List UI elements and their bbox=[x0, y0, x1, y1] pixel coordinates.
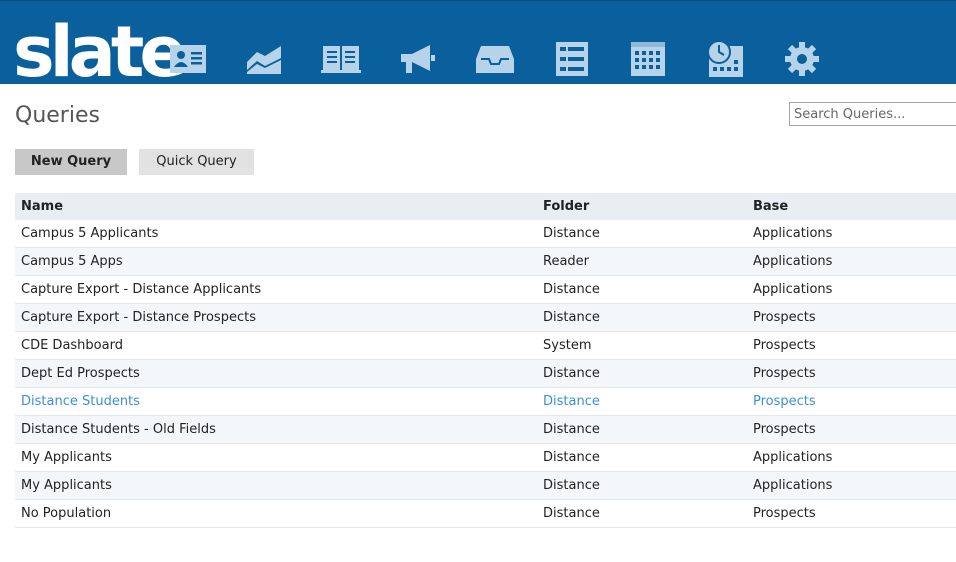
query-name: Distance Students - Old Fields bbox=[15, 415, 537, 444]
column-header-name[interactable]: Name bbox=[15, 193, 537, 220]
new-query-button[interactable]: New Query bbox=[15, 149, 127, 175]
query-folder: Distance bbox=[537, 443, 747, 472]
page-title: Queries bbox=[15, 103, 100, 128]
query-base: Applications bbox=[747, 247, 956, 276]
query-name: Campus 5 Applicants bbox=[15, 220, 537, 248]
query-folder: Distance bbox=[537, 220, 747, 248]
query-base: Prospects bbox=[747, 331, 956, 360]
query-base: Applications bbox=[747, 275, 956, 304]
calendar-icon[interactable] bbox=[628, 39, 668, 79]
table-header-row: Name Folder Base bbox=[15, 193, 956, 220]
table-row[interactable]: My Applicants Distance Applications bbox=[15, 471, 956, 500]
column-header-folder[interactable]: Folder bbox=[537, 193, 747, 220]
reports-icon[interactable] bbox=[244, 39, 284, 79]
settings-icon[interactable] bbox=[782, 39, 822, 79]
query-folder: Distance bbox=[537, 303, 747, 332]
table-row[interactable]: Capture Export - Distance Applicants Dis… bbox=[15, 275, 956, 304]
query-base: Prospects bbox=[747, 499, 956, 528]
query-folder: Distance bbox=[537, 387, 747, 416]
query-folder: System bbox=[537, 331, 747, 360]
campaigns-icon[interactable] bbox=[397, 39, 437, 79]
query-folder: Reader bbox=[537, 247, 747, 276]
table-row[interactable]: CDE Dashboard System Prospects bbox=[15, 331, 956, 360]
table-row[interactable]: Dept Ed Prospects Distance Prospects bbox=[15, 359, 956, 388]
query-base: Prospects bbox=[747, 359, 956, 388]
quick-query-button[interactable]: Quick Query bbox=[139, 149, 254, 175]
query-name: Capture Export - Distance Prospects bbox=[15, 303, 537, 332]
query-name: Capture Export - Distance Applicants bbox=[15, 275, 537, 304]
table-row[interactable]: My Applicants Distance Applications bbox=[15, 443, 956, 472]
top-nav-bar: slate bbox=[0, 0, 956, 85]
list-icon[interactable] bbox=[552, 39, 592, 79]
records-icon[interactable] bbox=[168, 39, 208, 79]
forms-icon[interactable] bbox=[321, 39, 361, 79]
table-row-hovered[interactable]: Distance Students Distance Prospects bbox=[15, 387, 956, 416]
query-folder: Distance bbox=[537, 471, 747, 500]
table-row[interactable]: No Population Distance Prospects bbox=[15, 499, 956, 528]
inbox-icon[interactable] bbox=[475, 39, 515, 79]
query-base: Applications bbox=[747, 471, 956, 500]
table-row[interactable]: Campus 5 Applicants Distance Application… bbox=[15, 220, 956, 248]
query-name: My Applicants bbox=[15, 443, 537, 472]
query-name: My Applicants bbox=[15, 471, 537, 500]
search-input[interactable] bbox=[789, 102, 956, 126]
table-row[interactable]: Capture Export - Distance Prospects Dist… bbox=[15, 303, 956, 332]
table-row[interactable]: Campus 5 Apps Reader Applications bbox=[15, 247, 956, 276]
queries-table: Name Folder Base Campus 5 Applicants Dis… bbox=[15, 193, 956, 528]
query-base: Applications bbox=[747, 220, 956, 248]
table-row[interactable]: Distance Students - Old Fields Distance … bbox=[15, 415, 956, 444]
query-name: Campus 5 Apps bbox=[15, 247, 537, 276]
query-base: Prospects bbox=[747, 387, 956, 416]
query-folder: Distance bbox=[537, 499, 747, 528]
query-name: CDE Dashboard bbox=[15, 331, 537, 360]
query-name: Dept Ed Prospects bbox=[15, 359, 537, 388]
column-header-base[interactable]: Base bbox=[747, 193, 956, 220]
slate-logo[interactable]: slate bbox=[13, 19, 182, 85]
query-base: Prospects bbox=[747, 303, 956, 332]
query-base: Prospects bbox=[747, 415, 956, 444]
query-base: Applications bbox=[747, 443, 956, 472]
schedule-icon[interactable] bbox=[705, 39, 745, 79]
query-name: Distance Students bbox=[15, 387, 537, 416]
query-folder: Distance bbox=[537, 275, 747, 304]
query-folder: Distance bbox=[537, 359, 747, 388]
query-name: No Population bbox=[15, 499, 537, 528]
query-folder: Distance bbox=[537, 415, 747, 444]
